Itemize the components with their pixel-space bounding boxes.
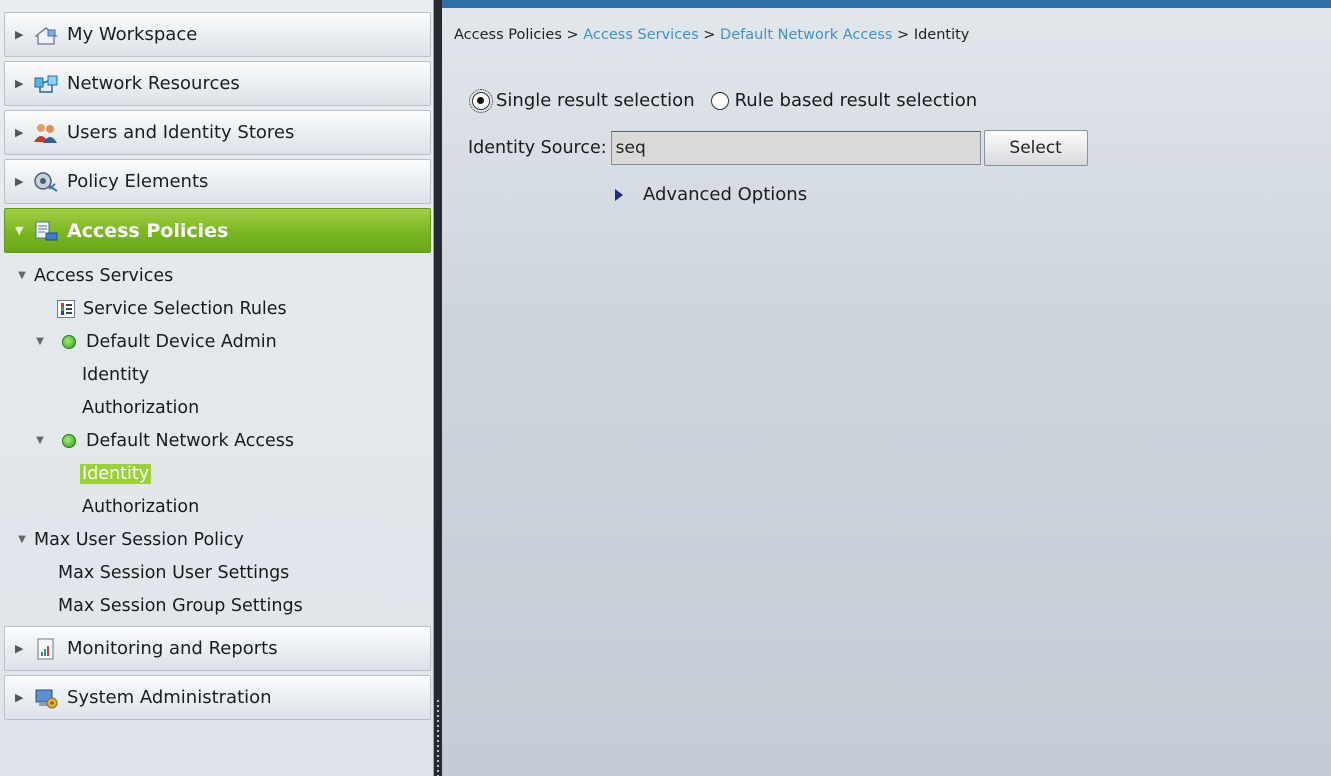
tree-item-default-network-access[interactable]: ▼ Default Network Access [0,424,433,457]
drawer-label: My Workspace [67,24,198,45]
expand-arrow-icon: ▶ [15,126,24,139]
collapse-arrow-icon: ▼ [18,534,26,545]
tree-label: Default Network Access [86,430,295,451]
drawer-my-workspace[interactable]: ▶ My Workspace [4,12,431,57]
breadcrumb-link-access-services[interactable]: Access Services [583,27,698,43]
collapse-arrow-icon: ▼ [15,224,24,237]
tree-label: Authorization [82,397,200,418]
access-policies-tree: ▼ Access Services Service Selection Rule… [0,257,433,626]
breadcrumb-separator: > [566,27,579,43]
tree-item-dda-identity[interactable]: Identity [0,358,433,391]
tree-label: Max User Session Policy [34,529,244,550]
users-icon [33,122,59,144]
expand-arrow-icon: ▶ [15,691,24,704]
content-top-bar [442,0,1331,8]
breadcrumb-separator: > [703,27,716,43]
single-result-radio[interactable] [469,88,493,113]
result-selection-group: Single result selection Rule based resul… [469,88,978,113]
tree-item-dda-authorization[interactable]: Authorization [0,391,433,424]
expand-arrow-icon: ▶ [15,642,24,655]
tree-label: Default Device Admin [86,331,277,352]
breadcrumb-root: Access Policies [454,27,562,43]
expand-arrow-icon: ▶ [15,77,24,90]
drawer-users-identity-stores[interactable]: ▶ Users and Identity Stores [4,110,431,155]
single-result-label: Single result selection [496,90,695,111]
splitter-grip[interactable] [437,700,439,776]
expand-arrow-icon: ▶ [15,28,24,41]
navigation-sidebar: ▶ My Workspace ▶ Network Resources ▶ Use… [0,0,434,776]
drawer-policy-elements[interactable]: ▶ Policy Elements [4,159,431,204]
tree-item-dna-identity[interactable]: Identity [0,457,433,490]
content-pane: Access Policies > Access Services > Defa… [442,0,1331,776]
breadcrumb: Access Policies > Access Services > Defa… [454,27,969,43]
service-enabled-icon [62,334,76,349]
breadcrumb-current: Identity [913,27,970,43]
network-resources-icon [33,73,59,95]
workspace-icon [33,24,59,46]
tree-label: Access Services [34,265,174,286]
advanced-options-toggle[interactable]: Advanced Options [615,184,807,205]
tree-item-access-services[interactable]: ▼ Access Services [0,259,433,292]
collapse-arrow-icon: ▼ [36,336,44,347]
expand-triangle-icon [615,188,623,201]
breadcrumb-link-default-network-access[interactable]: Default Network Access [720,27,892,43]
advanced-options-label: Advanced Options [643,184,808,205]
identity-source-input[interactable] [610,131,981,165]
drawer-monitoring-reports[interactable]: ▶ Monitoring and Reports [4,626,431,671]
drawer-label: Policy Elements [67,171,209,192]
drawer-label: Access Policies [67,219,229,242]
collapse-arrow-icon: ▼ [36,435,44,446]
tree-label: Service Selection Rules [83,298,287,319]
collapse-arrow-icon: ▼ [18,270,26,281]
rule-based-result-label: Rule based result selection [734,90,978,111]
system-administration-icon [33,687,59,709]
drawer-label: Monitoring and Reports [67,638,278,659]
tree-label: Max Session Group Settings [58,595,303,616]
monitoring-reports-icon [33,638,59,660]
select-button[interactable]: Select [983,130,1088,166]
pane-splitter[interactable] [434,0,442,776]
drawer-label: Network Resources [67,73,240,94]
identity-source-row: Identity Source: Select [468,130,1088,166]
tree-item-max-session-user-settings[interactable]: Max Session User Settings [0,556,433,589]
policy-elements-icon [33,171,59,193]
identity-source-label: Identity Source: [468,138,607,158]
rules-table-icon [57,299,75,318]
drawer-label: System Administration [67,687,272,708]
tree-item-dna-authorization[interactable]: Authorization [0,490,433,523]
drawer-access-policies[interactable]: ▼ Access Policies [4,208,431,253]
breadcrumb-separator: > [897,27,910,43]
service-enabled-icon [62,433,76,448]
drawer-network-resources[interactable]: ▶ Network Resources [4,61,431,106]
tree-label-selected: Identity [80,463,152,484]
tree-item-default-device-admin[interactable]: ▼ Default Device Admin [0,325,433,358]
expand-arrow-icon: ▶ [15,175,24,188]
tree-item-service-selection-rules[interactable]: Service Selection Rules [0,292,433,325]
tree-label: Identity [82,364,150,385]
access-policies-icon [33,220,59,242]
tree-label: Authorization [82,496,200,517]
tree-item-max-session-group-settings[interactable]: Max Session Group Settings [0,589,433,622]
drawer-system-administration[interactable]: ▶ System Administration [4,675,431,720]
rule-based-result-radio[interactable] [710,91,729,110]
tree-item-max-user-session-policy[interactable]: ▼ Max User Session Policy [0,523,433,556]
drawer-label: Users and Identity Stores [67,122,295,143]
tree-label: Max Session User Settings [58,562,290,583]
